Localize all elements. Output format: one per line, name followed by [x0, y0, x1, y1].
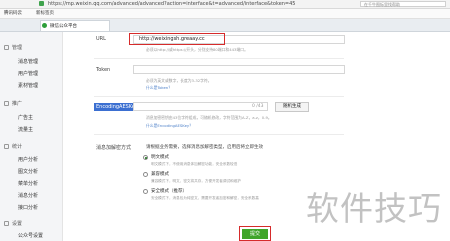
browser-search-input[interactable]: 在千牛图标里找帮助: [360, 1, 446, 7]
secure-lock-icon: [39, 1, 44, 6]
bookmarks-bar: [0, 9, 450, 19]
aes-key-hint: 消息加密密钥由43位字符组成，可随机修改，字符范围为A-Z，a-z，0-9。: [146, 115, 272, 120]
sidebar-section-settings: 设置: [12, 221, 23, 227]
compatible-mode-label[interactable]: 兼容模式: [151, 171, 169, 177]
token-hint: 必须为英文或数字，长度为3-32字符。: [146, 78, 212, 83]
plaintext-mode-label[interactable]: 明文模式: [151, 154, 169, 160]
sidebar-item-materials[interactable]: 素材管理: [18, 82, 38, 89]
divider: [94, 96, 344, 97]
sidebar-item-users[interactable]: 用户管理: [18, 70, 38, 77]
url-highlight-box: [129, 33, 225, 45]
token-help-link[interactable]: 什么是Token？: [146, 85, 172, 91]
compatible-mode-desc: 兼容模式下，明文、密文将共存，方便开发者调试和维护: [151, 179, 241, 183]
secure-mode-desc: 安全模式下，消息包为纯密文，需要开发者加密和解密，安全系数高: [151, 196, 259, 200]
tab-wechat-platform[interactable]: 微信公众平台: [40, 20, 110, 31]
encrypt-mode-label: 消息加解密方式: [96, 145, 132, 151]
stats-icon: [4, 144, 9, 149]
sidebar-item-publisher[interactable]: 流量主: [18, 126, 33, 133]
url-hint: 必须以http://或https://开头，分别支持80端口和443端口。: [146, 47, 248, 52]
wechat-icon: [42, 23, 47, 28]
compatible-mode-radio[interactable]: [143, 172, 148, 177]
url-label: URL: [96, 36, 106, 42]
secure-mode-label[interactable]: 安全模式（推荐）: [151, 188, 187, 194]
divider: [94, 58, 344, 59]
encrypt-mode-intro: 请根据业务需要，选择消息加解密类型，启用后将立即生效: [146, 145, 263, 150]
sidebar-item-message-analysis[interactable]: 消息分析: [18, 192, 38, 199]
manage-icon: [4, 45, 9, 50]
sidebar-item-user-analysis[interactable]: 用户分析: [18, 156, 38, 163]
divider: [94, 134, 344, 135]
plaintext-mode-radio[interactable]: [143, 155, 148, 160]
sidebar-item-advertiser[interactable]: 广告主: [18, 114, 33, 121]
promote-icon: [4, 101, 9, 106]
sidebar-item-interface-analysis[interactable]: 接口分析: [18, 204, 38, 211]
token-input[interactable]: [133, 65, 345, 74]
plaintext-mode-desc: 明文模式下，不使用消息体加解密功能，安全系数较低: [151, 162, 238, 166]
sidebar-section-promote: 推广: [12, 101, 23, 107]
sidebar-item-article-analysis[interactable]: 图文分析: [18, 168, 38, 175]
aes-key-help-link[interactable]: 什么是EncodingAESKey？: [146, 123, 193, 129]
sidebar-item-account-settings[interactable]: 公众号设置: [18, 232, 43, 239]
watermark-text: 软件技巧: [306, 189, 442, 228]
submit-button[interactable]: 提交: [242, 229, 268, 239]
bookmark-2[interactable]: 新标签页: [36, 10, 54, 16]
secure-mode-radio[interactable]: [143, 189, 148, 194]
aes-key-counter: 0 /43: [252, 104, 264, 109]
random-generate-button[interactable]: 随机生成: [275, 102, 309, 112]
token-label: Token: [96, 67, 111, 73]
sidebar-section-stats: 统计: [12, 144, 23, 150]
sidebar-section-manage: 管理: [12, 45, 23, 51]
aes-key-input[interactable]: [133, 102, 268, 111]
sidebar-item-menu-analysis[interactable]: 菜单分析: [18, 180, 38, 187]
bookmark-1[interactable]: 腾讯码云: [4, 10, 22, 16]
sidebar-item-messages[interactable]: 消息管理: [18, 58, 38, 65]
settings-icon: [4, 221, 9, 226]
url-text[interactable]: https://mp.weixin.qq.com/advanced/advanc…: [48, 1, 353, 7]
